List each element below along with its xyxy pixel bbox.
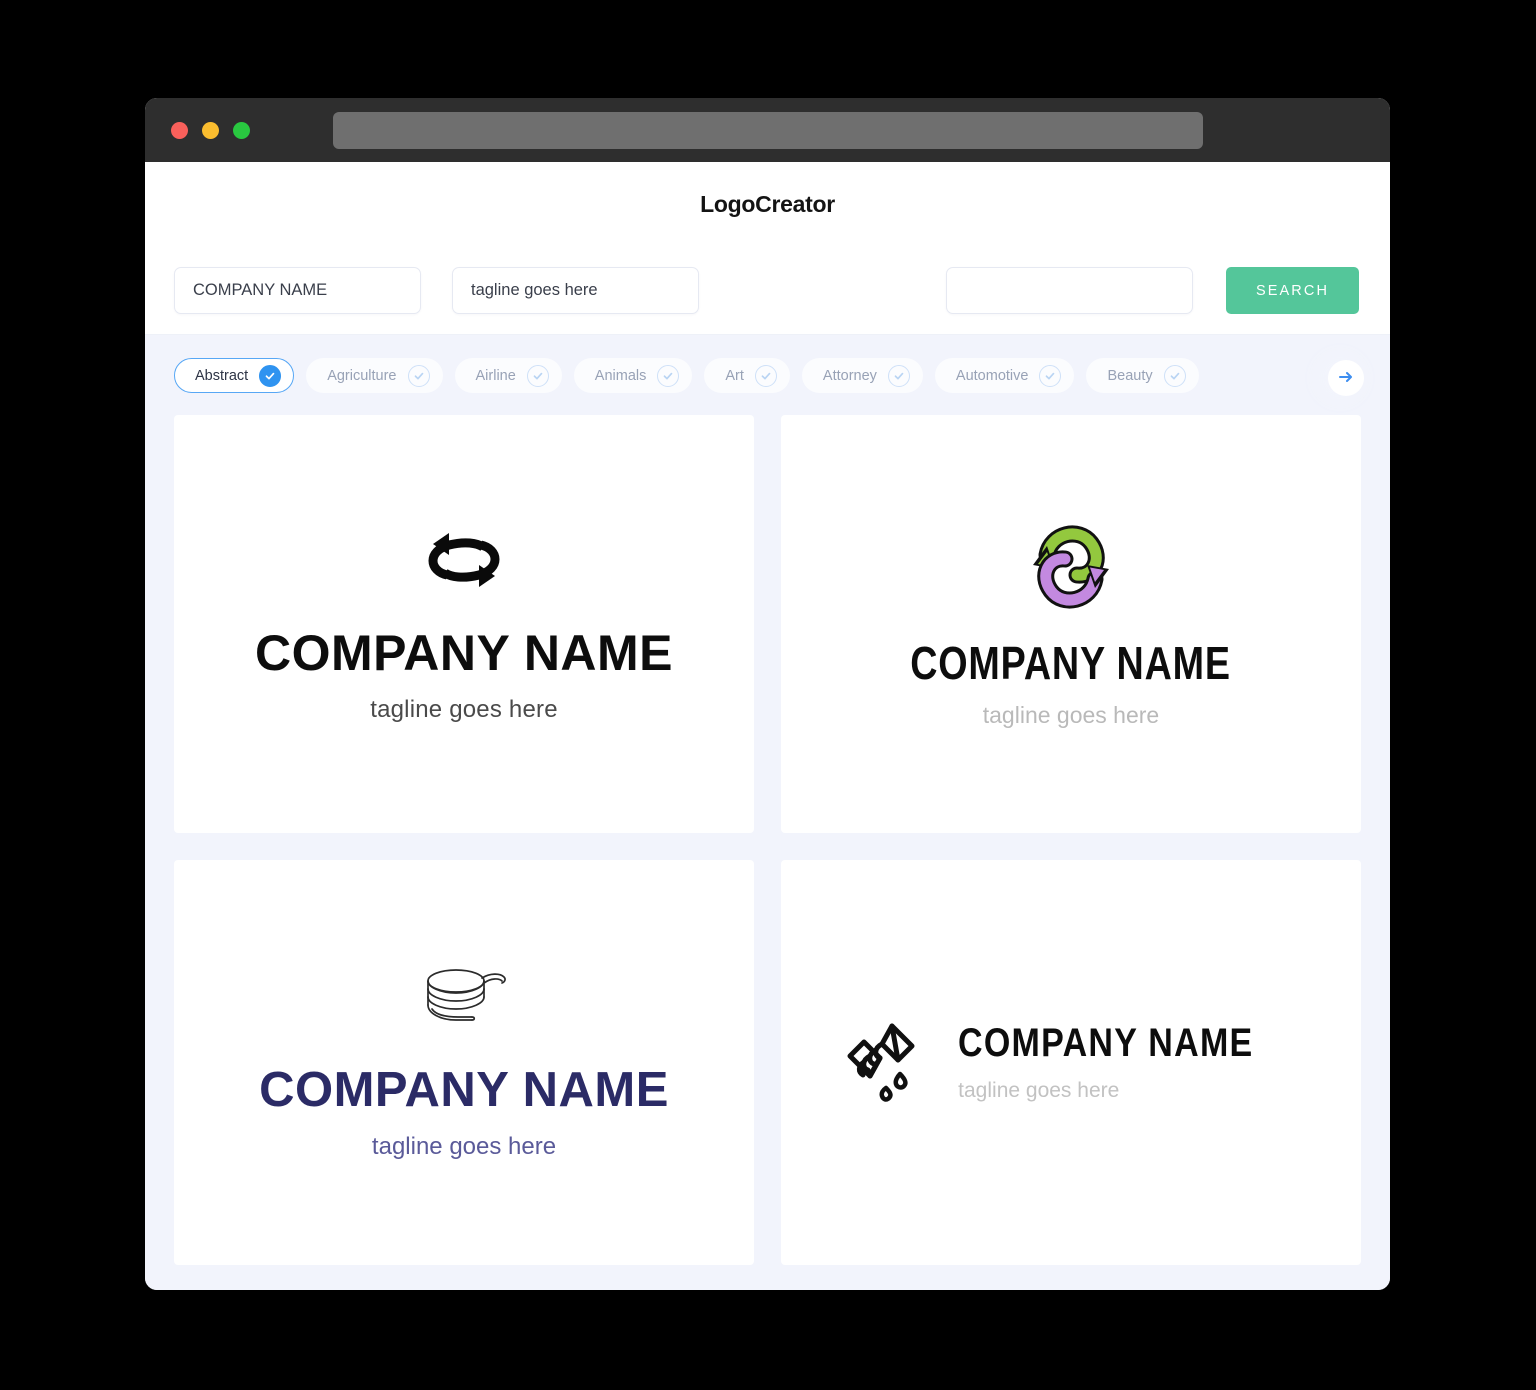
category-filter-bar: Abstract Agriculture Airline Animals Art Atto… [145,335,1390,407]
category-chip-list: Abstract Agriculture Airline Animals Art Atto… [145,358,1390,393]
app-header: LogoCreator [145,162,1390,247]
check-icon [887,364,910,387]
categories-next-button[interactable] [1328,360,1364,396]
browser-titlebar [145,98,1390,162]
logo-text-block: COMPANY NAME tagline goes here [958,1023,1306,1101]
url-bar[interactable] [333,112,1203,149]
logo-card[interactable]: COMPANY NAME tagline goes here [174,859,754,1265]
logo-results-grid: COMPANY NAME tagline goes here COMPANY N… [145,407,1390,1290]
logo-tagline: tagline goes here [958,1079,1120,1103]
category-chip-agriculture[interactable]: Agriculture [306,358,443,393]
category-chip-label: Agriculture [327,367,397,384]
logo-preview: COMPANY NAME tagline goes here [875,521,1266,727]
search-button[interactable]: SEARCH [1226,267,1359,314]
category-chip-abstract[interactable]: Abstract [174,358,295,393]
logo-tagline: tagline goes here [370,696,558,724]
logo-tagline: tagline goes here [371,1133,557,1161]
check-icon [657,364,680,387]
logo-card[interactable]: COMPANY NAME tagline goes here [174,415,754,833]
logo-company-name: COMPANY NAME [259,1063,669,1118]
wrung-towel-drops-icon [836,1014,928,1111]
browser-window: LogoCreator SEARCH Abstract Agriculture Ai… [145,98,1390,1290]
category-chip-automotive[interactable]: Automotive [934,358,1075,393]
logo-preview: COMPANY NAME tagline goes here [259,965,669,1159]
coil-spring-icon [414,965,514,1036]
logo-company-name: COMPANY NAME [254,625,674,682]
category-chip-art[interactable]: Art [704,358,790,393]
category-chip-beauty[interactable]: Beauty [1086,358,1199,393]
logo-card[interactable]: COMPANY NAME tagline goes here [781,415,1361,833]
minimize-window-button[interactable] [202,121,219,139]
logo-company-name: COMPANY NAME [958,1021,1254,1066]
search-form: SEARCH [145,247,1390,335]
traffic-lights [171,121,250,139]
check-icon [1163,364,1186,387]
check-icon [1039,364,1062,387]
category-chip-label: Beauty [1107,367,1153,384]
arrow-right-icon [1337,368,1355,389]
keyword-input[interactable] [946,267,1193,314]
category-chip-label: Art [725,367,744,384]
check-icon [259,364,282,387]
logo-company-name: COMPANY NAME [910,636,1232,689]
category-chip-label: Automotive [955,367,1029,384]
logo-preview: COMPANY NAME tagline goes here [836,1014,1306,1111]
check-icon [526,364,549,387]
maximize-window-button[interactable] [233,121,250,139]
sync-arrows-loop-icon [419,525,509,600]
recycle-double-arrow-icon [1021,521,1121,618]
check-icon [407,364,430,387]
logo-card[interactable]: COMPANY NAME tagline goes here [781,859,1361,1265]
logo-preview: COMPANY NAME tagline goes here [255,525,673,722]
check-icon [754,364,777,387]
logo-tagline: tagline goes here [982,701,1160,728]
category-chip-label: Airline [475,367,516,384]
brand-title: LogoCreator [700,191,835,217]
category-chip-label: Abstract [195,367,249,384]
category-chip-attorney[interactable]: Attorney [801,358,923,393]
category-chip-animals[interactable]: Animals [573,358,693,393]
company-name-input[interactable] [174,267,421,314]
category-chip-label: Animals [594,367,647,384]
tagline-input[interactable] [452,267,699,314]
category-chip-airline[interactable]: Airline [454,358,562,393]
close-window-button[interactable] [171,121,188,139]
category-chip-label: Attorney [822,367,877,384]
